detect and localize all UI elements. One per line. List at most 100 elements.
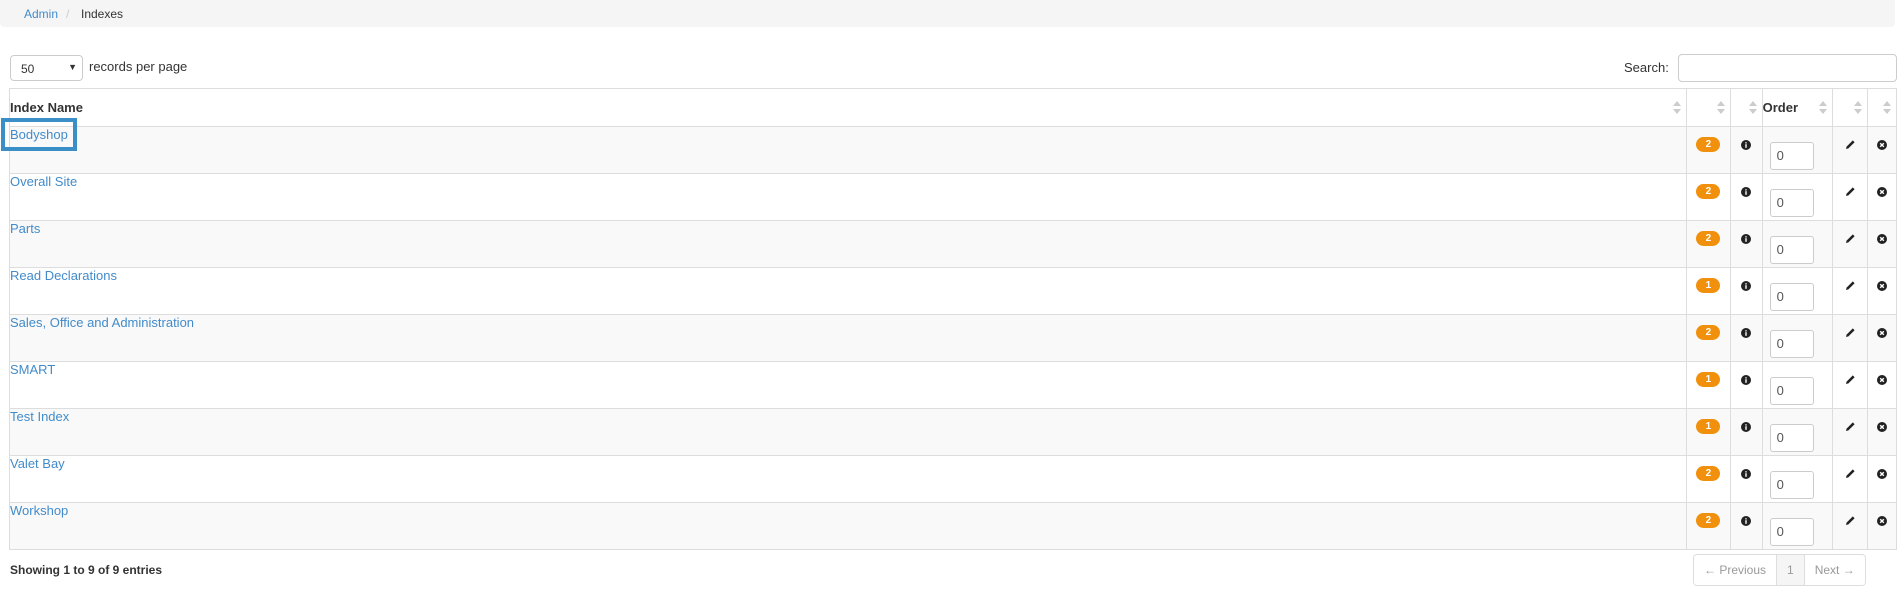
order-cell: 0 — [1761, 267, 1834, 315]
sort-icon — [1853, 101, 1862, 115]
close-circle-icon[interactable] — [1876, 421, 1887, 435]
page-1-button[interactable]: 1 — [1776, 555, 1805, 585]
info-circle-icon[interactable] — [1741, 186, 1752, 200]
table-row: Overall Site 2 0 — [9, 173, 1898, 221]
count-cell: 2 — [1685, 220, 1731, 268]
sort-icon — [1883, 101, 1891, 115]
close-circle-icon[interactable] — [1876, 327, 1887, 341]
info-cell — [1729, 408, 1763, 456]
edit-cell — [1832, 361, 1868, 409]
sort-icon — [1672, 101, 1681, 115]
breadcrumb-separator: / — [66, 7, 70, 21]
count-badge: 2 — [1696, 137, 1721, 152]
close-circle-icon[interactable] — [1876, 468, 1887, 482]
index-name-cell: Parts — [9, 220, 1687, 268]
pencil-icon[interactable] — [1845, 327, 1856, 341]
count-cell: 1 — [1685, 267, 1731, 315]
index-name-link[interactable]: Overall Site — [10, 174, 77, 189]
info-cell — [1729, 267, 1763, 315]
order-input[interactable]: 0 — [1769, 423, 1814, 452]
order-input[interactable]: 0 — [1769, 188, 1814, 217]
info-cell — [1729, 126, 1763, 174]
close-circle-icon[interactable] — [1876, 186, 1887, 200]
info-cell — [1729, 502, 1763, 550]
pencil-icon[interactable] — [1845, 421, 1856, 435]
edit-cell — [1832, 267, 1868, 315]
column-header-info[interactable] — [1729, 88, 1763, 127]
column-header-order[interactable]: Order — [1761, 88, 1834, 127]
order-cell: 0 — [1761, 220, 1834, 268]
records-per-page-label: records per page — [89, 59, 188, 74]
pencil-icon[interactable] — [1845, 515, 1856, 529]
count-cell: 1 — [1685, 361, 1731, 409]
index-name-cell: Valet Bay — [9, 455, 1687, 503]
column-header-label: Order — [1762, 100, 1799, 115]
index-name-link[interactable]: Sales, Office and Administration — [10, 315, 194, 330]
close-circle-icon[interactable] — [1876, 515, 1887, 529]
search-input[interactable] — [1678, 54, 1897, 82]
edit-cell — [1832, 502, 1868, 550]
index-name-link[interactable]: Valet Bay — [10, 456, 65, 471]
index-name-link[interactable]: Read Declarations — [10, 268, 117, 283]
table-header-row: Index Name Order — [9, 88, 1898, 127]
records-per-page-select[interactable]: 50 ▼ — [10, 55, 83, 81]
order-cell: 0 — [1761, 173, 1834, 221]
info-circle-icon[interactable] — [1741, 327, 1752, 341]
order-input[interactable]: 0 — [1769, 376, 1814, 405]
edit-cell — [1832, 126, 1868, 174]
column-header-delete[interactable] — [1866, 88, 1898, 127]
pencil-icon[interactable] — [1845, 139, 1856, 153]
table-row: Test Index 1 0 — [9, 408, 1898, 456]
column-header-label: Index Name — [10, 100, 83, 115]
breadcrumb-current: Indexes — [81, 7, 124, 21]
count-cell: 2 — [1685, 126, 1731, 174]
index-name-link[interactable]: SMART — [10, 362, 55, 377]
close-circle-icon[interactable] — [1876, 374, 1887, 388]
info-circle-icon[interactable] — [1741, 421, 1752, 435]
breadcrumb-admin-link[interactable]: Admin — [24, 7, 58, 21]
pencil-icon[interactable] — [1845, 233, 1856, 247]
index-name-link[interactable]: Workshop — [10, 503, 68, 518]
sort-icon — [1748, 101, 1757, 115]
order-input[interactable]: 0 — [1769, 329, 1814, 358]
column-header-count[interactable] — [1685, 88, 1731, 127]
column-header-edit[interactable] — [1832, 88, 1868, 127]
previous-page-button[interactable]: ← Previous — [1694, 555, 1777, 585]
pagination: ← Previous 1 Next → — [1693, 554, 1866, 586]
chevron-down-icon: ▼ — [68, 62, 77, 72]
pencil-icon[interactable] — [1845, 468, 1856, 482]
order-input[interactable]: 0 — [1769, 235, 1814, 264]
order-input[interactable]: 0 — [1769, 141, 1814, 170]
breadcrumb: Admin / Indexes — [0, 0, 1895, 27]
table-row: Valet Bay 2 0 — [9, 455, 1898, 503]
close-circle-icon[interactable] — [1876, 233, 1887, 247]
delete-cell — [1866, 173, 1898, 221]
index-name-link[interactable]: Bodyshop — [1, 118, 77, 151]
order-input[interactable]: 0 — [1769, 517, 1814, 546]
info-circle-icon[interactable] — [1741, 468, 1752, 482]
index-name-cell: Workshop — [9, 502, 1687, 550]
close-circle-icon[interactable] — [1876, 280, 1887, 294]
order-cell: 0 — [1761, 455, 1834, 503]
info-cell — [1729, 314, 1763, 362]
next-page-button[interactable]: Next → — [1804, 555, 1865, 585]
delete-cell — [1866, 126, 1898, 174]
pencil-icon[interactable] — [1845, 280, 1856, 294]
info-circle-icon[interactable] — [1741, 139, 1752, 153]
table-row: SMART 1 0 — [9, 361, 1898, 409]
pencil-icon[interactable] — [1845, 186, 1856, 200]
delete-cell — [1866, 361, 1898, 409]
info-circle-icon[interactable] — [1741, 374, 1752, 388]
close-circle-icon[interactable] — [1876, 139, 1887, 153]
index-name-link[interactable]: Parts — [10, 221, 40, 236]
info-circle-icon[interactable] — [1741, 233, 1752, 247]
pencil-icon[interactable] — [1845, 374, 1856, 388]
info-circle-icon[interactable] — [1741, 515, 1752, 529]
column-header-index-name[interactable]: Index Name — [9, 88, 1687, 127]
index-name-cell: Sales, Office and Administration — [9, 314, 1687, 362]
order-input[interactable]: 0 — [1769, 282, 1814, 311]
order-input[interactable]: 0 — [1769, 470, 1814, 499]
index-name-link[interactable]: Test Index — [10, 409, 69, 424]
info-circle-icon[interactable] — [1741, 280, 1752, 294]
count-badge: 1 — [1696, 278, 1721, 293]
